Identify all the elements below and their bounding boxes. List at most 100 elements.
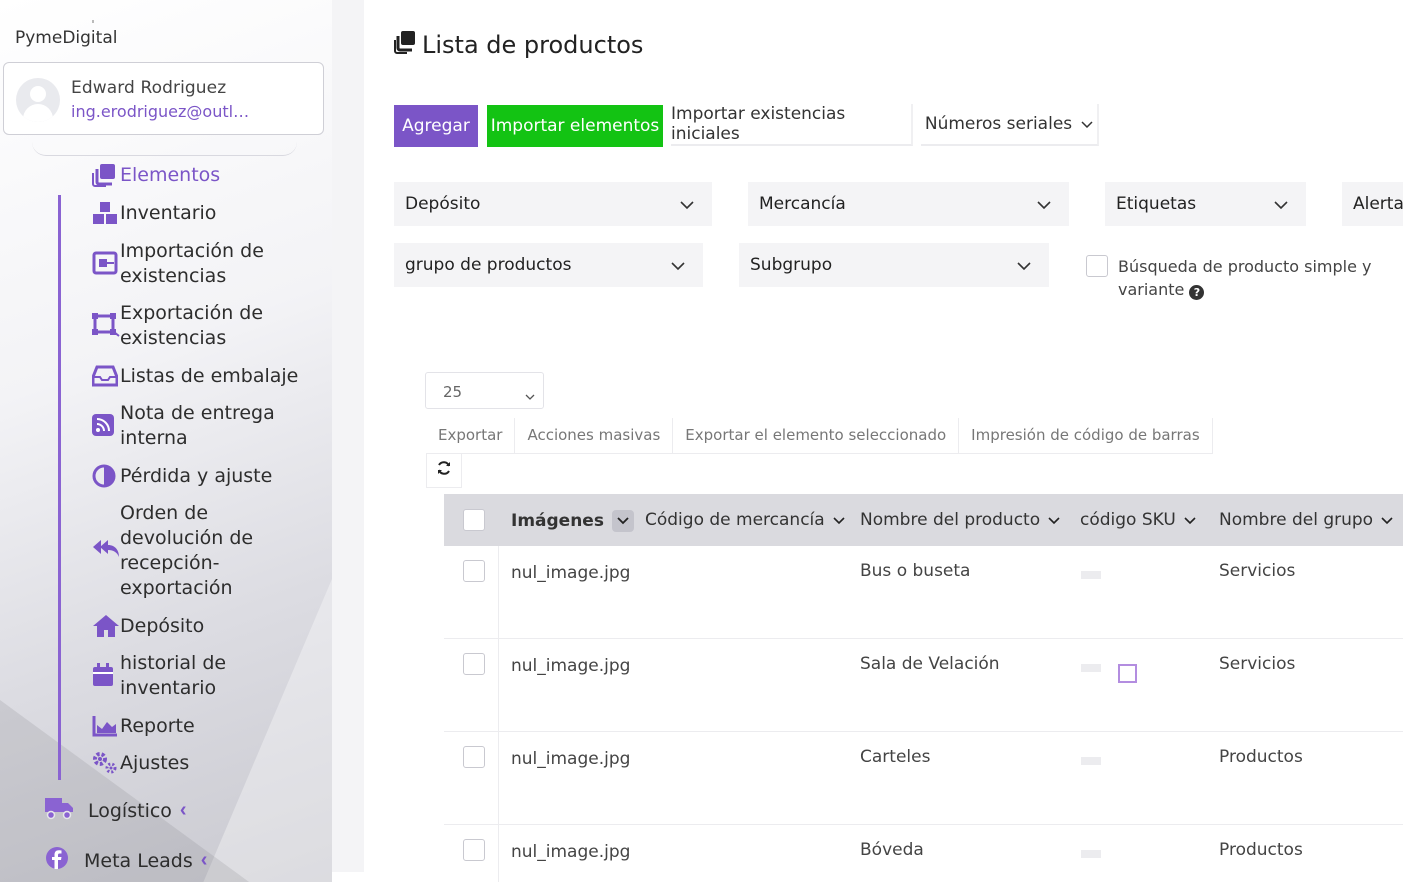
sidebar-item-listas-embalaje[interactable]: Listas de embalaje: [92, 364, 300, 389]
chevron-down-icon[interactable]: [611, 510, 634, 532]
column-header-images[interactable]: Imágenes: [511, 510, 634, 532]
sidebar-item-label: Listas de embalaje: [120, 365, 299, 387]
product-name-cell[interactable]: Carteles: [860, 747, 930, 767]
user-card[interactable]: Edward Rodriguez ing.erodriguez@outlo...: [3, 62, 324, 135]
page-size-select[interactable]: 25: [425, 372, 544, 409]
user-name: Edward Rodriguez: [71, 78, 227, 98]
avatar: [16, 78, 60, 122]
refresh-button[interactable]: [426, 454, 462, 488]
page-title: Lista de productos: [394, 30, 643, 59]
sidebar-item-inventario[interactable]: Inventario: [92, 201, 300, 226]
sku-placeholder: [1081, 850, 1101, 858]
alert-filter[interactable]: Alerta: [1342, 182, 1403, 226]
column-header-label: Imágenes: [511, 511, 604, 531]
serial-numbers-label: Números seriales: [924, 114, 1073, 134]
subgroup-filter[interactable]: Subgrupo: [739, 243, 1049, 287]
row-checkbox[interactable]: [463, 839, 485, 861]
column-header-code[interactable]: Código de mercancía: [645, 510, 845, 530]
column-divider: [498, 546, 499, 639]
image-cell: nul_image.jpg: [511, 749, 631, 769]
simple-search-checkbox[interactable]: [1086, 255, 1108, 277]
group-name-cell: Servicios: [1219, 561, 1296, 581]
sidebar-item-ajustes[interactable]: Ajustes: [92, 751, 300, 776]
chevron-down-icon: [1184, 510, 1196, 530]
cogs-icon: [92, 751, 120, 775]
table-row[interactable]: nul_image.jpg Bus o buseta Servicios: [444, 546, 1403, 639]
sidebar-section-meta-leads[interactable]: Meta Leads ‹: [44, 845, 207, 876]
simple-search-label: Búsqueda de producto simple y variante: [1118, 257, 1372, 299]
product-name-cell[interactable]: Bus o buseta: [860, 561, 970, 581]
sidebar-item-perdida-ajuste[interactable]: Pérdida y ajuste: [92, 464, 300, 489]
table-row[interactable]: nul_image.jpg Bóveda Productos: [444, 825, 1403, 882]
sidebar-section-label: Meta Leads: [84, 849, 193, 872]
sidebar-item-label: Reporte: [120, 715, 195, 737]
chevron-down-icon: [1381, 510, 1393, 530]
inbox-icon: [92, 364, 120, 388]
tags-filter-label: Etiquetas: [1116, 194, 1197, 214]
reply-all-icon: [92, 537, 120, 561]
select-all-checkbox[interactable]: [463, 509, 485, 531]
image-cell: nul_image.jpg: [511, 656, 631, 676]
table-row[interactable]: nul_image.jpg Carteles Productos: [444, 732, 1403, 825]
sidebar: PymeDigital Edward Rodriguez ing.erodrig…: [0, 0, 332, 882]
import-initial-stock-button[interactable]: Importar existencias iniciales: [671, 104, 913, 146]
card-shadow: [32, 136, 297, 156]
chevron-down-icon: [1274, 195, 1288, 215]
sidebar-item-nota-entrega[interactable]: Nota de entrega interna: [92, 401, 300, 451]
product-group-filter[interactable]: grupo de productos: [394, 243, 703, 287]
import-items-button[interactable]: Importar elementos: [487, 105, 663, 147]
column-divider: [498, 639, 499, 732]
sku-checkbox[interactable]: [1118, 664, 1137, 683]
column-header-sku[interactable]: código SKU: [1080, 510, 1196, 530]
alert-filter-label: Alerta: [1353, 194, 1403, 214]
merchandise-filter[interactable]: Mercancía: [748, 182, 1069, 226]
sidebar-item-deposito[interactable]: Depósito: [92, 614, 300, 639]
warehouse-filter[interactable]: Depósito: [394, 182, 712, 226]
area-chart-icon: [92, 714, 120, 738]
export-selected-button[interactable]: Exportar el elemento seleccionado: [673, 418, 960, 454]
bulk-actions-button[interactable]: Acciones masivas: [515, 418, 674, 454]
image-cell: nul_image.jpg: [511, 563, 631, 583]
chevron-down-icon: [1048, 510, 1060, 530]
row-checkbox[interactable]: [463, 653, 485, 675]
column-header-label: Nombre del grupo: [1219, 510, 1374, 530]
chevron-left-icon: ‹: [200, 849, 208, 871]
half-circle-icon: [92, 464, 120, 488]
tags-filter[interactable]: Etiquetas: [1105, 182, 1306, 226]
serial-numbers-dropdown[interactable]: Números seriales: [921, 104, 1099, 146]
sidebar-item-importacion[interactable]: Importación de existencias: [92, 239, 300, 289]
table-row[interactable]: nul_image.jpg Sala de Velación Servicios: [444, 639, 1403, 732]
row-checkbox[interactable]: [463, 746, 485, 768]
sidebar-item-label: Nota de entrega interna: [120, 402, 275, 449]
chevron-down-icon: [1017, 256, 1031, 276]
sidebar-item-elementos[interactable]: Elementos: [92, 163, 300, 188]
product-name-cell[interactable]: Sala de Velación: [860, 654, 1000, 674]
sidebar-item-reporte[interactable]: Reporte: [92, 714, 300, 739]
sidebar-item-label: Elementos: [120, 164, 221, 186]
export-button[interactable]: Exportar: [426, 418, 516, 454]
add-button[interactable]: Agregar: [394, 105, 478, 147]
calendar-icon: [92, 663, 120, 687]
help-icon[interactable]: ?: [1189, 285, 1205, 300]
column-divider: [498, 825, 499, 882]
chevron-down-icon: [1037, 195, 1051, 215]
column-header-label: Nombre del producto: [860, 510, 1041, 530]
print-barcode-button[interactable]: Impresión de código de barras: [959, 418, 1213, 454]
column-header-group[interactable]: Nombre del grupo: [1219, 510, 1393, 530]
sidebar-item-exportacion[interactable]: Exportación de existencias: [92, 301, 300, 351]
boxes-icon: [92, 201, 120, 225]
image-cell: nul_image.jpg: [511, 842, 631, 862]
row-checkbox[interactable]: [463, 560, 485, 582]
column-header-name[interactable]: Nombre del producto: [860, 510, 1060, 530]
sidebar-item-orden-devolucion[interactable]: Orden de devolución de recepción-exporta…: [92, 501, 300, 601]
chevron-down-icon: [671, 256, 685, 276]
product-name-cell[interactable]: Bóveda: [860, 840, 924, 860]
sidebar-item-historial[interactable]: historial de inventario: [92, 651, 300, 701]
sidebar-section-logistico[interactable]: Logístico ‹: [44, 796, 187, 825]
submenu-line: [58, 195, 61, 780]
divider: [332, 872, 364, 882]
page-title-text: Lista de productos: [422, 30, 644, 59]
sidebar-item-label: Importación de existencias: [120, 240, 264, 287]
divider: [92, 20, 94, 23]
brand-name: PymeDigital: [15, 28, 118, 48]
